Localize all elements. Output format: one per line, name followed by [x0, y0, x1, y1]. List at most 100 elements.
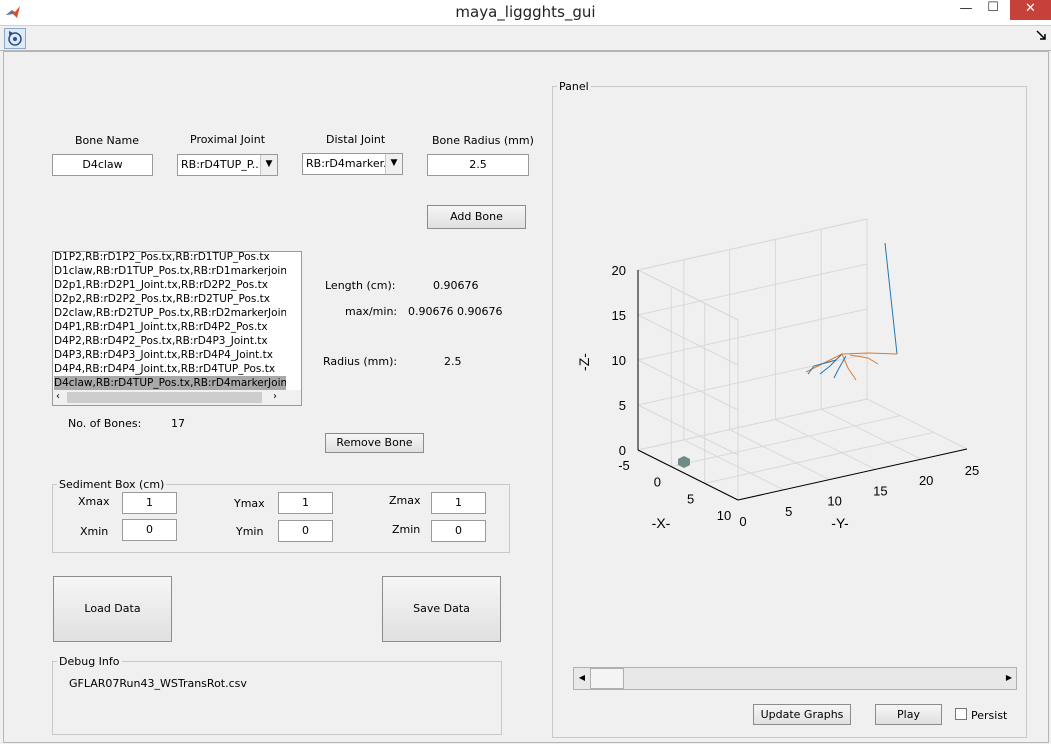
debug-info-text: GFLAR07Run43_WSTransRot.csv [69, 677, 247, 690]
minimize-button[interactable]: — [955, 0, 977, 20]
bone-name-label: Bone Name [75, 134, 139, 147]
x-tick-label: 5 [687, 491, 694, 506]
grid-line [637, 404, 739, 456]
panel-title: Panel [557, 80, 591, 93]
list-item[interactable]: D4P2,RB:rD4P2_Pos.tx,RB:rD4P3_Joint.tx [54, 334, 286, 348]
grid-line [637, 263, 868, 316]
distal-joint-value: RB:rD4marker... [306, 157, 394, 170]
x-tick-label: 0 [654, 475, 661, 490]
maxmin-label: max/min: [345, 305, 398, 318]
zmin-field[interactable]: 0 [431, 520, 486, 542]
list-item[interactable]: D2p2,RB:rD2P2_Pos.tx,RB:rD2TUP_Pos.tx [54, 292, 286, 306]
grid-line [866, 398, 968, 450]
proximal-joint-select[interactable]: RB:rD4TUP_P... ▼ [177, 154, 278, 176]
proximal-joint-label: Proximal Joint [190, 133, 266, 146]
z-tick-label: 15 [612, 308, 626, 323]
bone-radius-field[interactable]: 2.5 [427, 154, 529, 176]
sediment-box-title: Sediment Box (cm) [57, 478, 167, 491]
slider-left-arrow-icon[interactable]: ◀ [574, 668, 590, 689]
xmin-field[interactable]: 0 [122, 519, 177, 541]
grid-line [637, 359, 739, 411]
y-tick-label: 0 [739, 514, 746, 529]
grid-line [637, 398, 868, 451]
x-tick-label: -5 [618, 458, 630, 473]
load-data-button[interactable]: Load Data [53, 576, 172, 642]
list-item[interactable]: D2p1,RB:rD2P1_Joint.tx,RB:rD2P2_Pos.tx [54, 278, 286, 292]
frame-slider[interactable] [573, 667, 1017, 690]
grid-line [820, 408, 922, 460]
debug-info-group [52, 661, 502, 735]
min-value: 0.90676 [457, 305, 503, 318]
bone-line [884, 242, 898, 355]
distal-joint-select[interactable]: RB:rD4marker... ▼ [302, 153, 403, 175]
box-edge [637, 269, 739, 321]
xmin-label: Xmin [80, 525, 109, 538]
grid-line [775, 418, 876, 470]
ymax-field[interactable]: 1 [278, 492, 333, 514]
list-item[interactable]: D4P1,RB:rD4P1_Joint.tx,RB:rD4P2_Pos.tx [54, 320, 286, 334]
grid-line [637, 308, 868, 361]
update-graphs-button[interactable]: Update Graphs [753, 704, 851, 725]
box-edge [637, 218, 868, 271]
maximize-button[interactable]: ☐ [982, 0, 1004, 20]
list-horizontal-scroll-thumb[interactable] [67, 392, 262, 403]
plot-axes[interactable]: 05101520-50510 0510152025-X- -Y--Z- [575, 100, 1015, 560]
zmax-label: Zmax [389, 494, 421, 507]
max-value: 0.90676 [408, 305, 454, 318]
bone-line [841, 352, 898, 355]
add-bone-button[interactable]: Add Bone [427, 205, 526, 229]
bone-line [833, 355, 847, 379]
grid-line [637, 314, 739, 366]
proximal-joint-value: RB:rD4TUP_P... [181, 158, 263, 171]
z-axis-title: -Z- [576, 353, 592, 371]
distal-joint-label: Distal Joint [326, 133, 386, 146]
list-item[interactable]: D1P2,RB:rD1P2_Pos.tx,RB:rD1TUP_Pos.tx [54, 252, 286, 264]
slider-right-arrow-icon[interactable]: ▶ [1001, 668, 1017, 689]
radius-value: 2.5 [444, 355, 462, 368]
chevron-down-icon: ▼ [385, 154, 402, 174]
list-item[interactable]: D4P4,RB:rD4P4_Joint.tx,RB:rD4TUP_Pos.tx [54, 362, 286, 376]
grid-line [704, 431, 934, 484]
scroll-left-arrow-icon[interactable]: ‹ [56, 391, 60, 402]
bone-count-value: 17 [171, 417, 185, 430]
scroll-right-arrow-icon[interactable]: › [273, 391, 277, 402]
ymax-label: Ymax [234, 497, 265, 510]
play-button[interactable]: Play [875, 704, 942, 725]
zmax-field[interactable]: 1 [431, 492, 486, 514]
list-item-selected[interactable]: D4claw,RB:rD4TUP_Pos.tx,RB:rD4markerJoin… [54, 376, 286, 390]
dock-arrow-icon[interactable] [1036, 30, 1048, 42]
y-tick-label: 25 [965, 463, 979, 478]
chevron-down-icon: ▼ [260, 155, 277, 175]
grid-line [671, 415, 901, 468]
ymin-label: Ymin [236, 525, 264, 538]
z-tick-label: 20 [612, 263, 626, 278]
x-axis-title: -X- [652, 515, 671, 531]
z-tick-label: 10 [612, 353, 626, 368]
grid-line [637, 353, 868, 406]
list-item[interactable]: D4P3,RB:rD4P3_Joint.tx,RB:rD4P4_Joint.tx [54, 348, 286, 362]
save-data-button[interactable]: Save Data [382, 576, 501, 642]
bone-list[interactable]: D1P2,RB:rD1P2_Pos.tx,RB:rD1TUP_Pos.tx D1… [52, 251, 302, 406]
z-tick-label: 0 [619, 443, 626, 458]
y-tick-label: 20 [919, 473, 933, 488]
xmax-label: Xmax [78, 495, 110, 508]
persist-checkbox[interactable] [955, 708, 967, 720]
close-button[interactable]: ✕ [1010, 0, 1051, 20]
grid-line [729, 429, 830, 481]
radius-label: Radius (mm): [323, 355, 398, 368]
remove-bone-button[interactable]: Remove Bone [325, 433, 424, 453]
y-tick-label: 5 [785, 504, 792, 519]
bone-count-label: No. of Bones: [68, 417, 142, 430]
list-item[interactable]: D1claw,RB:rD1TUP_Pos.tx,RB:rD1markerjoin… [54, 264, 286, 278]
bone-name-field[interactable]: D4claw [52, 154, 153, 176]
bone-radius-label: Bone Radius (mm) [432, 134, 534, 147]
list-item[interactable]: D2claw,RB:rD2TUP_Pos.tx,RB:rD2markerJoin… [54, 306, 286, 320]
rotate-3d-icon[interactable] [4, 28, 26, 49]
ymin-field[interactable]: 0 [278, 520, 333, 542]
slider-thumb[interactable] [590, 668, 624, 689]
xmax-field[interactable]: 1 [122, 492, 177, 514]
x-tick-label: 10 [717, 508, 731, 523]
y-axis-title: -Y- [831, 515, 849, 531]
y-tick-label: 15 [873, 483, 887, 498]
grid-line [683, 439, 785, 491]
